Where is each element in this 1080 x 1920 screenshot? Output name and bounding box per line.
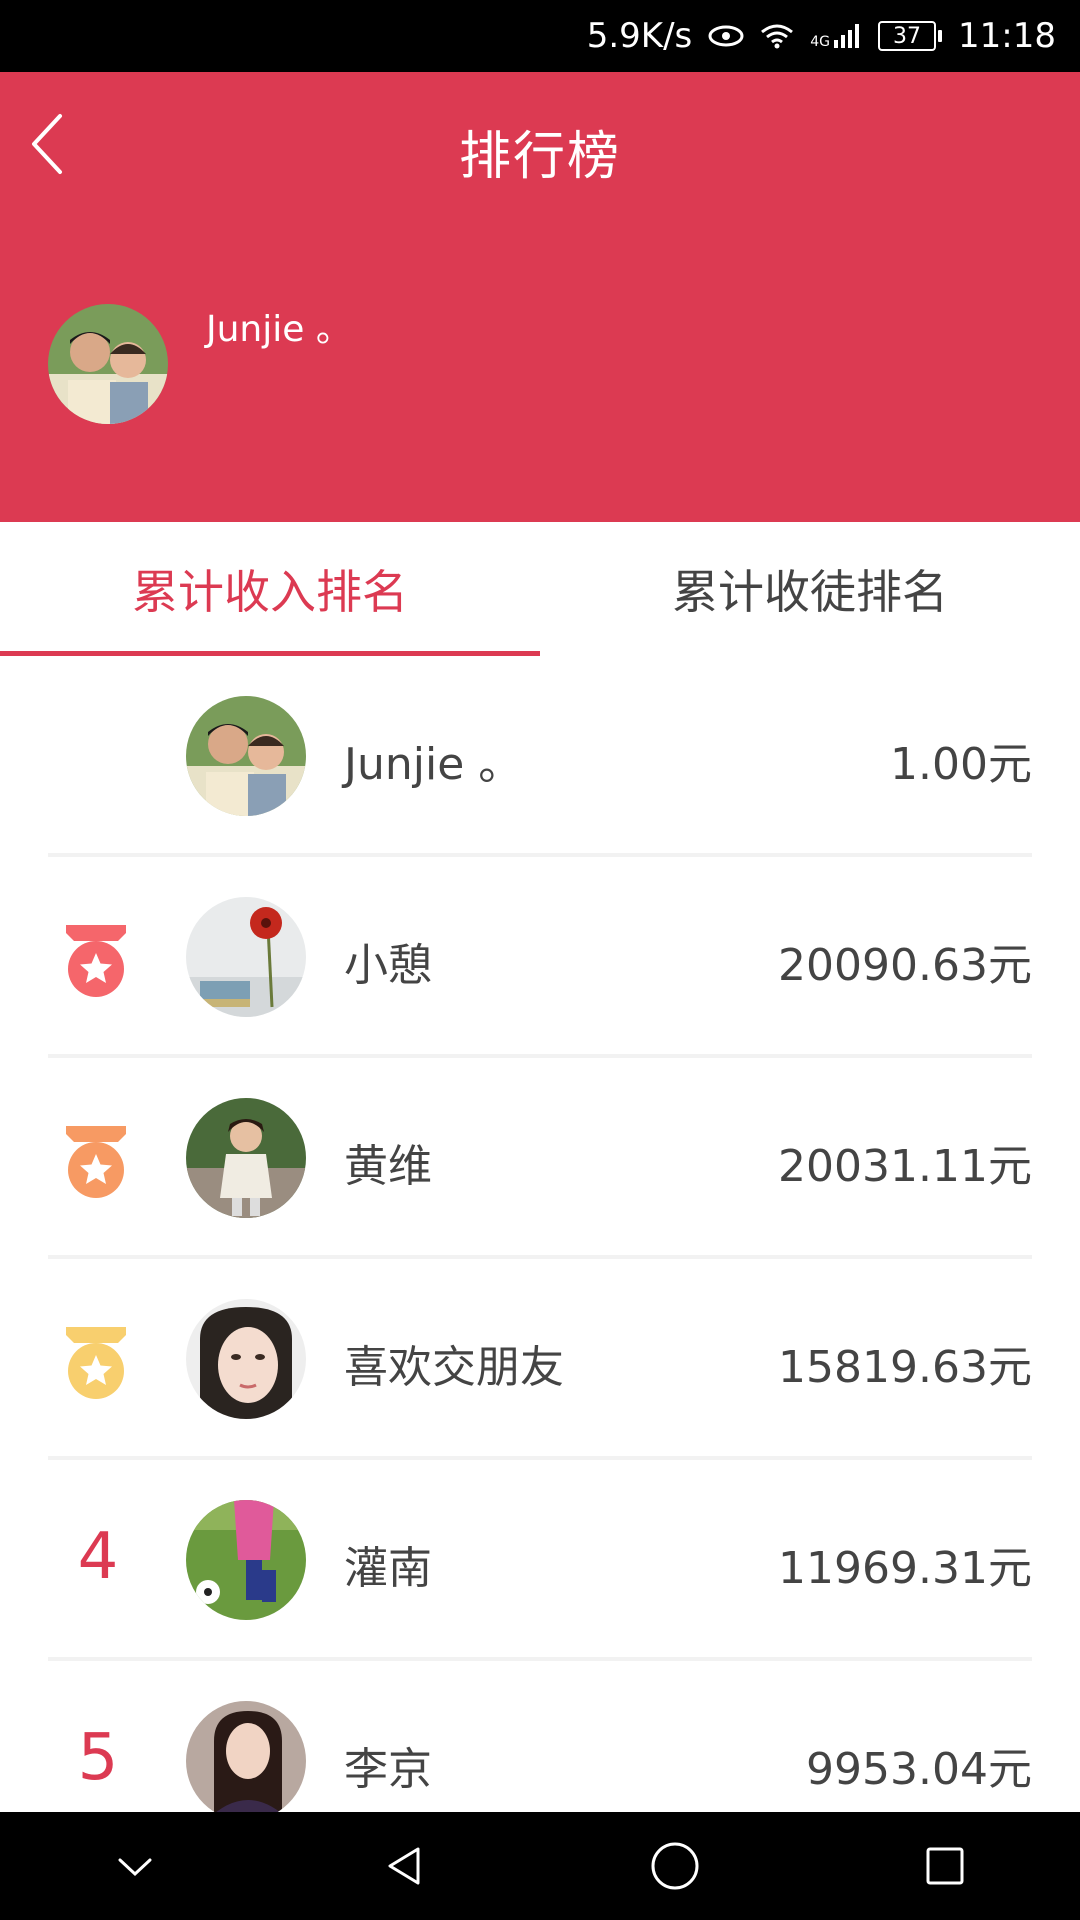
- clock: 11:18: [958, 16, 1056, 56]
- avatar: [186, 1701, 306, 1821]
- list-item[interactable]: 黄维 20031.11元: [0, 1058, 1080, 1259]
- triangle-back-icon[interactable]: [365, 1826, 445, 1906]
- user-name: Junjie 。: [344, 739, 523, 790]
- battery-icon: 37: [878, 21, 943, 51]
- income-amount: 1.00元: [890, 739, 1032, 790]
- avatar: [186, 1098, 306, 1218]
- user-name: 小憩: [344, 940, 432, 991]
- avatar: [186, 696, 306, 816]
- list-item[interactable]: 喜欢交朋友 15819.63元: [0, 1259, 1080, 1460]
- avatar: [186, 1299, 306, 1419]
- user-name: 灌南: [344, 1543, 432, 1594]
- rank-number: 4: [77, 1520, 119, 1594]
- rank-number: 5: [77, 1721, 119, 1795]
- tab-income-ranking[interactable]: 累计收入排名: [0, 522, 540, 656]
- square-recent-icon[interactable]: [905, 1826, 985, 1906]
- user-name: 李京: [344, 1744, 432, 1795]
- income-amount: 9953.04元: [806, 1744, 1032, 1795]
- gold-medal-icon: [58, 925, 134, 1001]
- ranking-list: Junjie 。 1.00元 小憩 20090.63元 黄维 20031.11元…: [0, 656, 1080, 1862]
- chevron-down-icon[interactable]: [95, 1826, 175, 1906]
- avatar: [186, 1500, 306, 1620]
- user-name: 黄维: [344, 1141, 432, 1192]
- user-name: Junjie 。: [206, 309, 352, 350]
- ranking-tabs: 累计收入排名 累计收徒排名: [0, 522, 1080, 656]
- silver-medal-icon: [58, 1126, 134, 1202]
- wifi-icon: [760, 22, 794, 50]
- list-item[interactable]: Junjie 。 1.00元: [0, 656, 1080, 857]
- circle-home-icon[interactable]: [635, 1826, 715, 1906]
- income-amount: 11969.31元: [778, 1543, 1032, 1594]
- avatar: [186, 897, 306, 1017]
- page-title: 排行榜: [458, 127, 621, 187]
- battery-level: 37: [893, 23, 922, 49]
- status-bar: 5.9K/s 4G 37 11:18: [0, 0, 1080, 72]
- income-amount: 20031.11元: [778, 1141, 1032, 1192]
- net-speed: 5.9K/s: [586, 16, 693, 56]
- tab-apprentice-ranking[interactable]: 累计收徒排名: [540, 522, 1080, 656]
- bronze-medal-icon: [58, 1327, 134, 1403]
- avatar[interactable]: [48, 304, 168, 424]
- system-nav-bar: [0, 1812, 1080, 1920]
- eye-icon: [708, 24, 744, 48]
- list-item[interactable]: 4 灌南 11969.31元: [0, 1460, 1080, 1661]
- income-amount: 15819.63元: [778, 1342, 1032, 1393]
- list-item[interactable]: 小憩 20090.63元: [0, 857, 1080, 1058]
- signal-icon: 4G: [810, 22, 862, 50]
- header: 排行榜 Junjie 。: [0, 72, 1080, 522]
- user-name: 喜欢交朋友: [344, 1342, 564, 1393]
- network-type: 4G: [810, 34, 831, 50]
- income-amount: 20090.63元: [778, 940, 1032, 991]
